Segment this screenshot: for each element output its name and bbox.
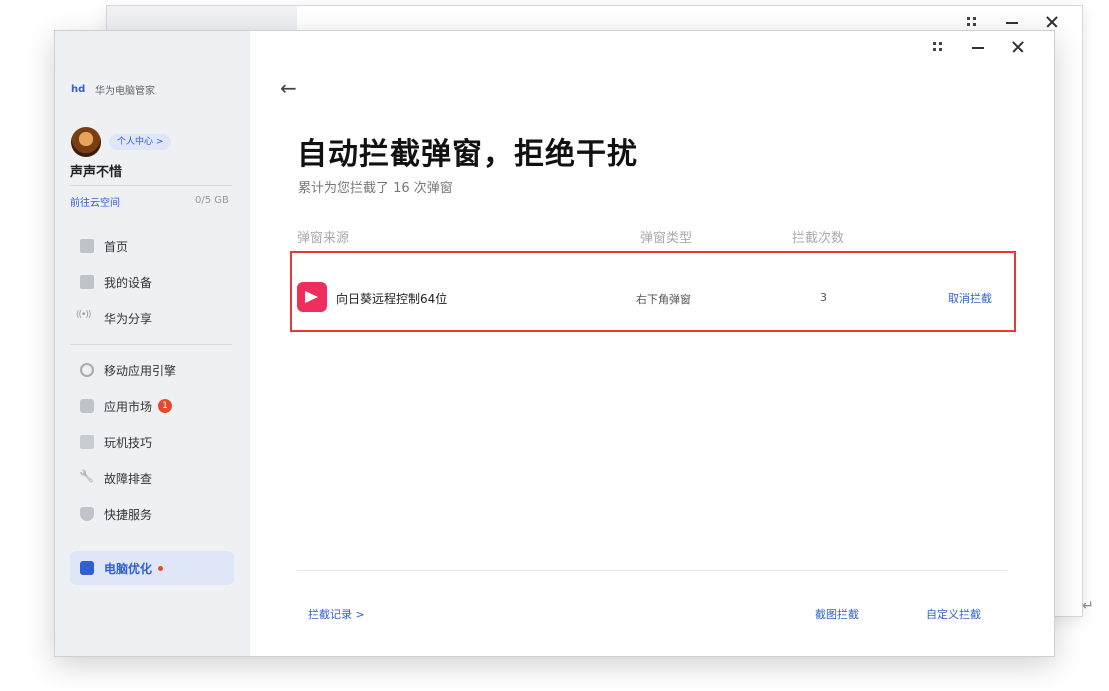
- sidebar-item-label: 电脑优化: [104, 561, 153, 576]
- minimize-icon[interactable]: [1005, 15, 1019, 29]
- popup-type: 右下角弹窗: [636, 293, 691, 306]
- optimize-icon: [80, 561, 94, 575]
- cloud-quota: 0/5 GB: [195, 195, 229, 206]
- column-header-count: 拦截次数: [792, 231, 845, 246]
- username: 声声不惜: [70, 165, 123, 180]
- custom-block-button[interactable]: 自定义拦截: [926, 606, 981, 622]
- sunlogin-app-icon: [297, 282, 327, 312]
- main-window: hd 华为电脑管家 个人中心 > 声声不惜 前往云空间 0/5 GB 首页 我的…: [54, 30, 1055, 657]
- screenshot-block-button[interactable]: 截图拦截: [815, 606, 859, 622]
- sidebar: hd 华为电脑管家 个人中心 > 声声不惜 前往云空间 0/5 GB 首页 我的…: [55, 31, 250, 656]
- page-title: 自动拦截弹窗，拒绝干扰: [297, 137, 638, 172]
- sidebar-divider: [70, 185, 232, 186]
- app-name: 向日葵远程控制64位: [336, 292, 448, 306]
- sidebar-item-home[interactable]: 首页: [70, 232, 234, 260]
- sidebar-item-label: 玩机技巧: [104, 435, 153, 450]
- back-arrow-icon[interactable]: ←: [280, 76, 297, 100]
- tips-icon: [80, 435, 94, 449]
- close-icon[interactable]: [1045, 15, 1059, 29]
- sidebar-item-label: 我的设备: [104, 275, 153, 290]
- layout-icon[interactable]: [931, 40, 945, 54]
- sidebar-item-label: 华为分享: [104, 311, 153, 326]
- block-records-link[interactable]: 拦截记录 >: [308, 606, 365, 622]
- brand-name: 华为电脑管家: [95, 86, 155, 97]
- notification-badge: 1: [158, 399, 173, 413]
- avatar[interactable]: [71, 127, 101, 157]
- close-icon[interactable]: [1011, 40, 1025, 54]
- sidebar-item-label: 移动应用引擎: [104, 363, 177, 378]
- user-center-button[interactable]: 个人中心 >: [109, 134, 172, 150]
- share-icon: [76, 310, 94, 325]
- home-icon: [80, 239, 94, 253]
- brand-logo: hd: [71, 83, 86, 95]
- column-header-type: 弹窗类型: [640, 231, 693, 246]
- layout-icon[interactable]: [965, 15, 979, 29]
- sidebar-item-app-engine[interactable]: 移动应用引擎: [70, 356, 234, 384]
- sidebar-item-quick-service[interactable]: 快捷服务: [70, 500, 234, 528]
- sidebar-item-troubleshoot[interactable]: 故障排查: [70, 464, 234, 492]
- shield-icon: [80, 507, 94, 521]
- device-icon: [80, 275, 94, 289]
- sidebar-item-my-devices[interactable]: 我的设备: [70, 268, 234, 296]
- sidebar-item-label: 应用市场: [104, 399, 153, 414]
- minimize-icon[interactable]: [971, 40, 985, 54]
- cancel-block-button[interactable]: 取消拦截: [948, 290, 992, 306]
- engine-icon: [80, 363, 94, 377]
- window-controls: [931, 40, 1025, 54]
- return-mark: ↵: [1082, 598, 1094, 614]
- wrench-icon: [80, 471, 94, 485]
- sidebar-item-label: 快捷服务: [104, 507, 153, 522]
- background-window-controls: [965, 15, 1059, 29]
- brand: hd 华为电脑管家: [71, 82, 155, 98]
- sidebar-item-label: 首页: [104, 239, 129, 254]
- page-subtitle: 累计为您拦截了 16 次弹窗: [298, 181, 453, 196]
- market-icon: [80, 399, 94, 413]
- cloud-space-link[interactable]: 前往云空间: [70, 194, 120, 209]
- red-dot-indicator: [158, 565, 164, 571]
- column-header-source: 弹窗来源: [297, 231, 350, 246]
- sidebar-divider: [70, 344, 232, 345]
- footer-divider: [297, 570, 1007, 571]
- sidebar-item-app-market[interactable]: 应用市场 1: [70, 392, 234, 420]
- sidebar-item-label: 故障排查: [104, 471, 153, 486]
- sidebar-item-tips[interactable]: 玩机技巧: [70, 428, 234, 456]
- sidebar-item-pc-optimize[interactable]: 电脑优化: [70, 551, 234, 585]
- block-count: 3: [820, 291, 827, 304]
- sidebar-item-huawei-share[interactable]: 华为分享: [70, 304, 234, 332]
